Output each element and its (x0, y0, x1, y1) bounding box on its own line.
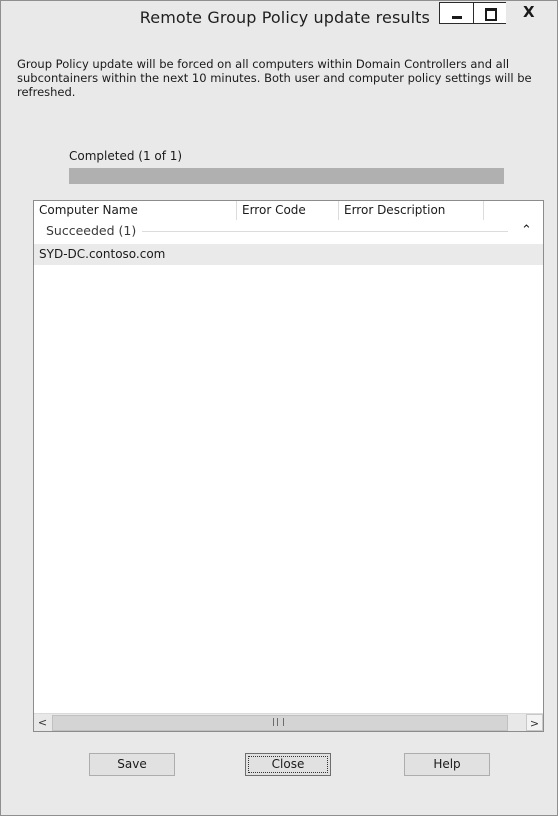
help-button[interactable]: Help (404, 753, 490, 776)
chevron-up-icon[interactable]: ⌃ (521, 220, 532, 242)
close-button[interactable]: Close (245, 753, 331, 776)
table-row[interactable]: SYD-DC.contoso.com (34, 244, 543, 265)
progress-label: Completed (1 of 1) (69, 149, 183, 163)
cell-computer-name: SYD-DC.contoso.com (39, 247, 166, 261)
scrollbar-thumb[interactable] (52, 715, 508, 731)
maximize-button[interactable] (473, 2, 507, 24)
results-list[interactable]: Computer Name Error Code Error Descripti… (33, 200, 544, 732)
window-title: Remote Group Policy update results (139, 8, 430, 27)
column-header-error-description[interactable]: Error Description (339, 201, 484, 220)
progress-bar-fill (69, 168, 504, 184)
group-label: Succeeded (1) (46, 223, 143, 238)
group-header-succeeded[interactable]: Succeeded (1) ⌃ (34, 220, 543, 242)
maximize-icon (485, 8, 497, 21)
close-icon: X (523, 3, 535, 21)
column-header-computer-name[interactable]: Computer Name (34, 201, 237, 220)
save-button[interactable]: Save (89, 753, 175, 776)
minimize-button[interactable] (439, 2, 474, 24)
scroll-right-button[interactable]: > (526, 714, 543, 731)
update-description: Group Policy update will be forced on al… (17, 57, 532, 99)
horizontal-scrollbar[interactable]: < > (34, 713, 543, 731)
close-window-button[interactable]: X (506, 2, 553, 24)
scroll-left-button[interactable]: < (34, 714, 51, 731)
minimize-icon (452, 16, 462, 19)
focus-rectangle (248, 756, 328, 773)
title-bar[interactable]: Remote Group Policy update results X (1, 1, 557, 35)
gp-update-results-dialog: Remote Group Policy update results X Gro… (0, 0, 558, 816)
progress-bar (69, 168, 504, 184)
column-header-error-code[interactable]: Error Code (237, 201, 339, 220)
grip-icon (273, 718, 284, 726)
